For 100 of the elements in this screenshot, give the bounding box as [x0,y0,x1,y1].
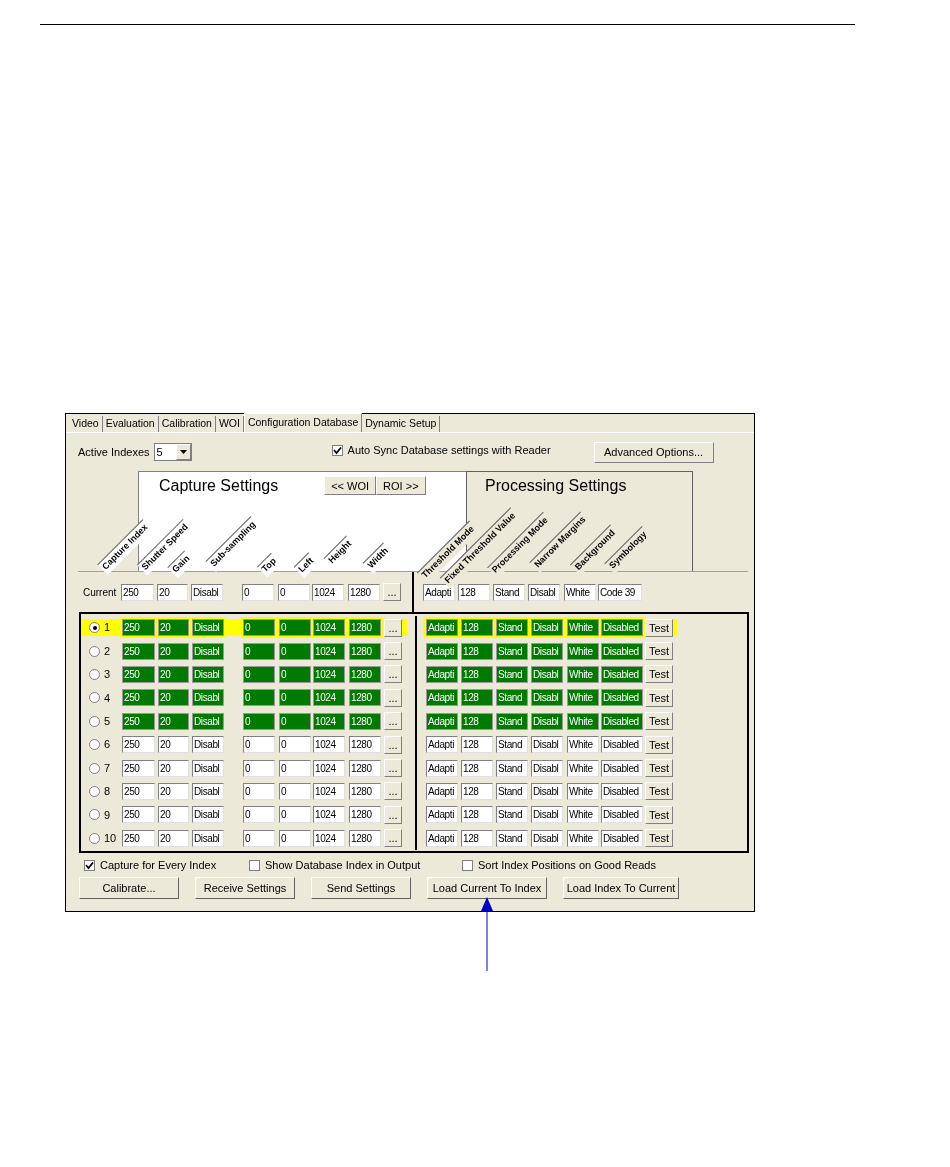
more-button[interactable]: ... [384,805,402,824]
test-button[interactable]: Test [645,688,673,707]
input-field[interactable]: 1280 [349,642,381,660]
input-field[interactable]: Code 39 [598,583,642,601]
input-field[interactable]: 20 [158,665,189,683]
input-field[interactable]: Adapti [426,736,458,754]
input-field[interactable]: 0 [278,583,310,601]
input-field[interactable]: Disabled [601,782,643,800]
input-field[interactable]: Stand [496,642,528,660]
more-button[interactable]: ... [384,712,402,731]
input-field[interactable]: 0 [279,665,311,683]
input-field[interactable]: 1024 [313,736,345,754]
input-field[interactable]: 0 [279,689,311,707]
input-field[interactable]: 0 [243,712,275,730]
tab[interactable]: WOI [215,416,244,432]
input-field[interactable]: Disabled [601,665,643,683]
input-field[interactable]: 250 [121,583,154,601]
radio-button[interactable] [89,785,100,797]
input-field[interactable]: Disabled [601,642,643,660]
input-field[interactable]: Disabl [192,689,224,707]
checkbox[interactable] [331,444,343,456]
input-field[interactable]: Adapti [426,829,458,847]
test-button[interactable]: Test [645,782,673,801]
input-field[interactable]: White [567,759,599,777]
more-button[interactable]: ... [384,759,402,778]
input-field[interactable]: 128 [461,736,493,754]
input-field[interactable]: White [567,665,599,683]
input-field[interactable]: 0 [243,665,275,683]
radio-button[interactable] [89,715,100,727]
tab[interactable]: Evaluation [102,416,159,432]
input-field[interactable]: Stand [496,619,528,637]
test-button[interactable]: Test [645,759,673,778]
input-field[interactable]: Adapti [426,806,458,824]
input-field[interactable]: 20 [158,736,189,754]
input-field[interactable]: 0 [243,642,275,660]
input-field[interactable]: White [567,829,599,847]
input-field[interactable]: White [567,642,599,660]
action-button[interactable]: Send Settings [311,877,411,899]
input-field[interactable]: Stand [496,712,528,730]
input-field[interactable]: Disabled [601,736,643,754]
input-field[interactable]: Stand [496,759,528,777]
input-field[interactable]: Disabl [192,642,224,660]
input-field[interactable]: Disabl [531,829,563,847]
input-field[interactable]: Disabled [601,619,643,637]
input-field[interactable]: 0 [243,689,275,707]
radio-button[interactable] [89,622,100,634]
input-field[interactable]: 20 [158,759,189,777]
input-field[interactable]: 20 [158,642,189,660]
input-field[interactable]: 1280 [349,759,381,777]
radio-button[interactable] [89,809,100,821]
more-button[interactable]: ... [384,735,402,754]
input-field[interactable]: Disabl [531,642,563,660]
input-field[interactable]: Disabl [531,736,563,754]
test-button[interactable]: Test [645,665,673,684]
input-field[interactable]: Adapti [423,583,455,601]
input-field[interactable]: Disabl [192,736,224,754]
input-field[interactable]: 128 [461,806,493,824]
test-button[interactable]: Test [645,618,673,637]
input-field[interactable]: 0 [242,583,274,601]
action-button[interactable]: Calibrate... [79,877,179,899]
test-button[interactable]: Test [645,829,673,848]
input-field[interactable]: 1280 [349,712,381,730]
input-field[interactable]: Disabled [601,806,643,824]
radio-button[interactable] [89,645,100,657]
input-field[interactable]: 1280 [349,806,381,824]
input-field[interactable]: 1024 [313,829,345,847]
more-button[interactable]: ... [384,782,402,801]
input-field[interactable]: Stand [496,829,528,847]
input-field[interactable]: 1280 [349,665,381,683]
input-field[interactable]: 250 [122,759,155,777]
input-field[interactable]: Disabl [192,829,224,847]
input-field[interactable]: Adapti [426,619,458,637]
radio-button[interactable] [89,739,100,751]
input-field[interactable]: Stand [496,806,528,824]
input-field[interactable]: Stand [496,782,528,800]
input-field[interactable]: 250 [122,665,155,683]
input-field[interactable]: 128 [461,782,493,800]
input-field[interactable]: 1024 [313,619,345,637]
test-button[interactable]: Test [645,735,673,754]
input-field[interactable]: 0 [243,619,275,637]
radio-button[interactable] [89,668,100,680]
input-field[interactable]: 0 [279,806,311,824]
input-field[interactable]: 1280 [349,619,381,637]
input-field[interactable]: Adapti [426,642,458,660]
input-field[interactable]: Adapti [426,689,458,707]
input-field[interactable]: 1024 [313,665,345,683]
tab[interactable]: Video [69,416,103,432]
input-field[interactable]: 128 [458,583,490,601]
active-indexes-dropdown[interactable]: 5 [153,443,192,461]
tab[interactable]: Calibration [158,416,216,432]
input-field[interactable]: 20 [158,712,189,730]
input-field[interactable]: 0 [279,829,311,847]
input-field[interactable]: 1280 [349,782,381,800]
input-field[interactable]: Disabl [528,583,560,601]
input-field[interactable]: 0 [279,619,311,637]
input-field[interactable]: Disabled [601,759,643,777]
input-field[interactable]: Disabl [531,689,563,707]
input-field[interactable]: Adapti [426,782,458,800]
input-field[interactable]: 1024 [313,712,345,730]
input-field[interactable]: Adapti [426,712,458,730]
